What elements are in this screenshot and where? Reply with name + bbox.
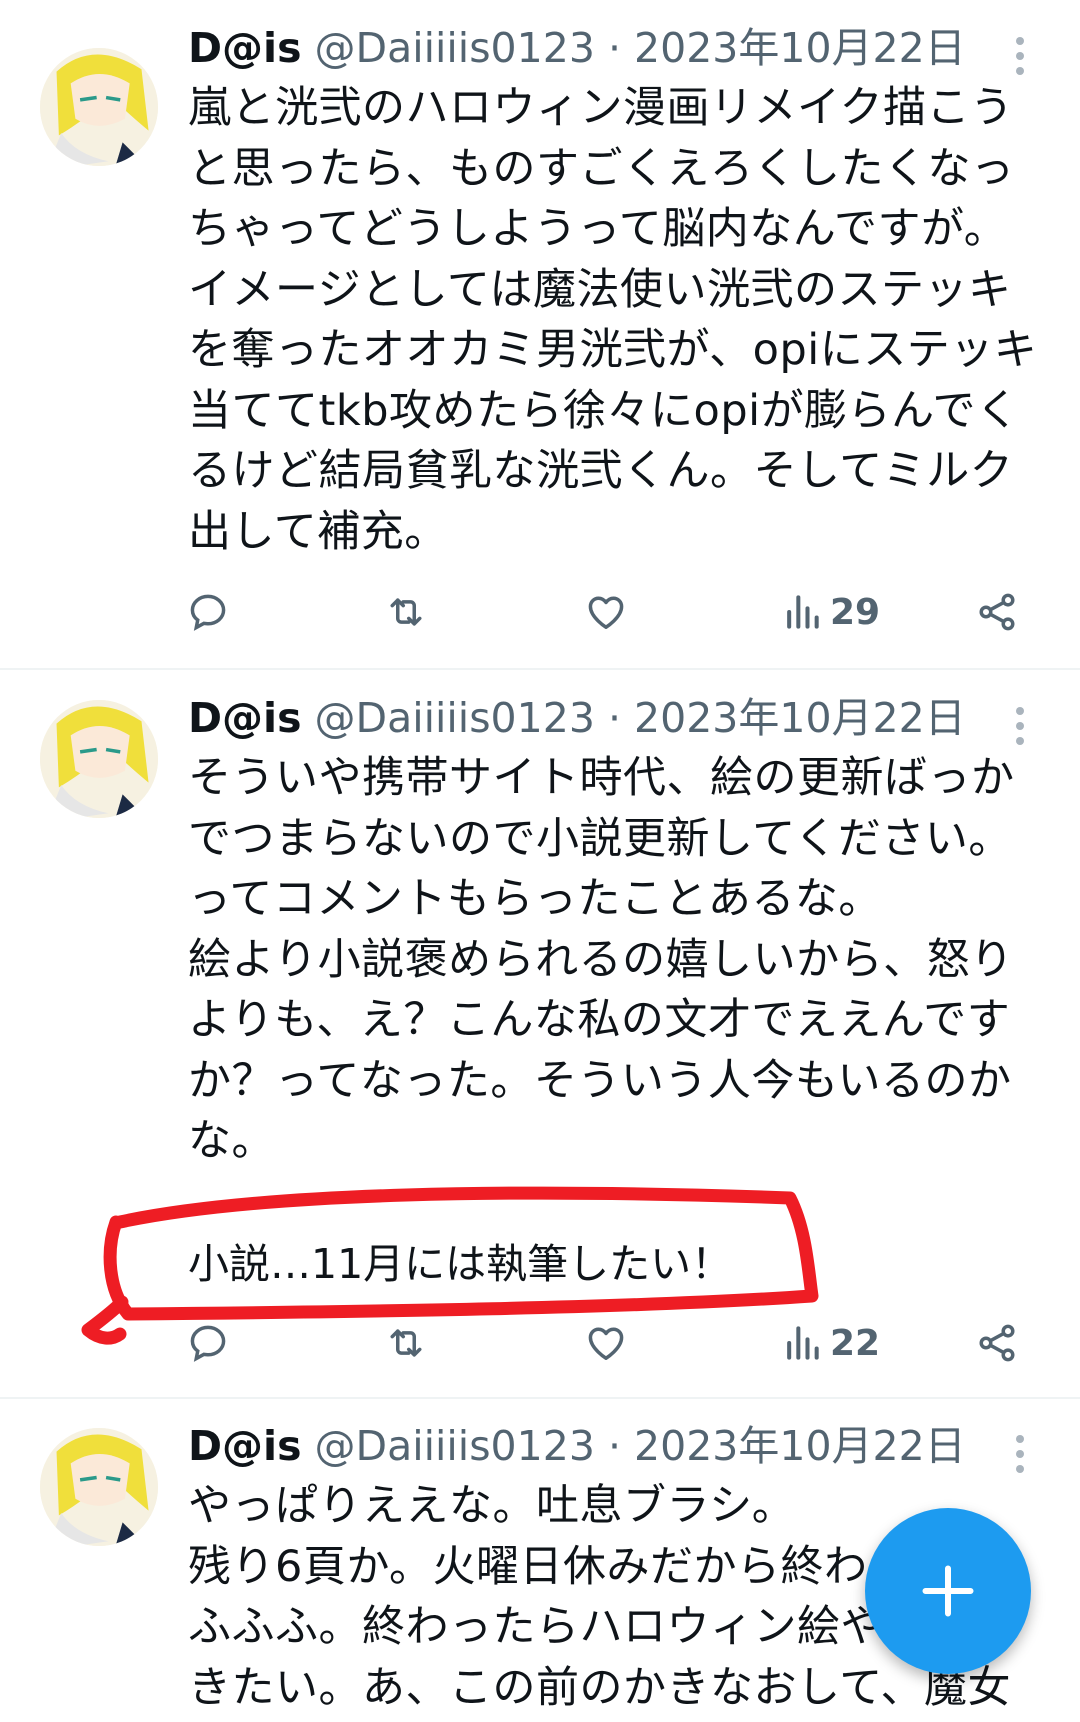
views-count: 22	[830, 1322, 881, 1364]
divider	[0, 1397, 1080, 1399]
views-icon	[787, 595, 819, 629]
like-button[interactable]	[584, 582, 628, 642]
compose-button[interactable]	[865, 1508, 1031, 1674]
divider	[0, 668, 1080, 670]
views-button[interactable]: 29	[780, 582, 880, 642]
more-vertical-icon[interactable]	[1008, 698, 1032, 754]
tweet-header: D@is @Daiiiiis0123 · 2023年10月22日	[188, 690, 966, 746]
views-icon	[787, 1326, 819, 1360]
share-icon	[979, 1324, 1015, 1362]
display-name[interactable]: D@is	[188, 694, 302, 742]
avatar[interactable]	[40, 700, 158, 818]
avatar[interactable]	[40, 1428, 158, 1546]
tweet-text: 嵐と洸弐のハロウィン漫画リメイク描こう と思ったら、ものすごくえろくしたくなっ …	[188, 83, 1038, 557]
display-name[interactable]: D@is	[188, 1422, 302, 1470]
timestamp[interactable]: · 2023年10月22日	[608, 24, 966, 72]
tweet-actions: 29	[0, 582, 1080, 642]
reply-icon	[190, 1325, 226, 1362]
reply-icon	[190, 594, 226, 631]
display-name[interactable]: D@is	[188, 24, 302, 72]
plus-icon	[922, 1565, 974, 1617]
views-button[interactable]: 22	[780, 1313, 880, 1373]
tweet-actions: 22	[0, 1313, 1080, 1373]
heart-icon	[588, 596, 624, 629]
handle[interactable]: @Daiiiiis0123	[315, 1422, 595, 1470]
tweet-text: そういや携帯サイト時代、絵の更新ばっか でつまらないので小説更新してください。 …	[188, 753, 1015, 1166]
avatar[interactable]	[40, 48, 158, 166]
handle[interactable]: @Daiiiiis0123	[315, 694, 595, 742]
reply-button[interactable]	[186, 1313, 230, 1373]
reply-button[interactable]	[186, 582, 230, 642]
timestamp[interactable]: · 2023年10月22日	[608, 694, 966, 742]
more-vertical-icon[interactable]	[1008, 28, 1032, 84]
share-button[interactable]	[975, 1313, 1019, 1373]
share-button[interactable]	[975, 582, 1019, 642]
tweet-header: D@is @Daiiiiis0123 · 2023年10月22日	[188, 1418, 966, 1474]
retweet-icon	[390, 1329, 422, 1357]
retweet-icon	[390, 598, 422, 626]
retweet-button[interactable]	[384, 582, 428, 642]
more-vertical-icon[interactable]	[1008, 1426, 1032, 1482]
handle[interactable]: @Daiiiiis0123	[315, 24, 595, 72]
share-icon	[979, 593, 1015, 631]
retweet-button[interactable]	[384, 1313, 428, 1373]
like-button[interactable]	[584, 1313, 628, 1373]
tweet-text-extra: 小説…11月には執筆したい！	[188, 1240, 733, 1288]
heart-icon	[588, 1327, 624, 1360]
tweet-header: D@is @Daiiiiis0123 · 2023年10月22日	[188, 20, 966, 76]
timestamp[interactable]: · 2023年10月22日	[608, 1422, 966, 1470]
views-count: 29	[830, 591, 881, 633]
